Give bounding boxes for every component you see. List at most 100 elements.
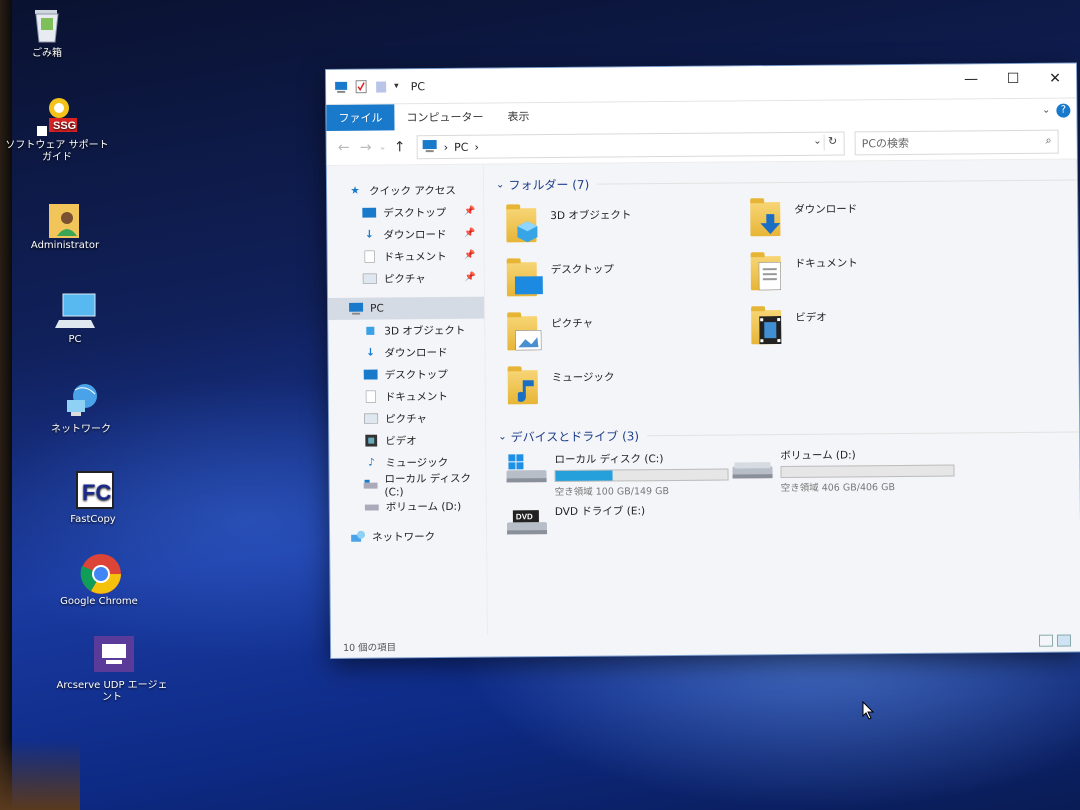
drive-usage-fill: [555, 470, 613, 482]
desktop-icon-fastcopy[interactable]: FC FastCopy: [38, 470, 148, 526]
nav-pc-pictures[interactable]: ピクチャ: [329, 407, 485, 430]
explorer-window: ▾ PC — ☐ ✕ ファイル コンピューター 表示 ⌄ ? ← → ⌄ ↑ ›…: [326, 63, 1080, 658]
pc-icon: [55, 290, 96, 330]
new-folder-icon[interactable]: [374, 79, 388, 93]
nav-pc-downloads[interactable]: ↓ ダウンロード: [328, 341, 484, 364]
breadcrumb-separator[interactable]: ›: [474, 140, 479, 153]
fastcopy-icon: FC: [73, 470, 114, 510]
help-icon[interactable]: ?: [1056, 103, 1071, 118]
ribbon-expand-icon[interactable]: ⌄: [1042, 105, 1050, 116]
nav-pc-videos[interactable]: ビデオ: [329, 429, 485, 452]
nav-pc-desktop[interactable]: デスクトップ: [329, 363, 485, 386]
tab-computer[interactable]: コンピューター: [394, 104, 495, 131]
back-button[interactable]: ←: [333, 140, 355, 156]
up-button[interactable]: ↑: [389, 139, 411, 155]
chevron-down-icon: ⌄: [495, 178, 505, 191]
drive-free-space: 空き領域 406 GB/406 GB: [780, 482, 896, 495]
recent-locations-icon[interactable]: ⌄: [377, 142, 389, 152]
nav-network[interactable]: ネットワーク: [330, 525, 486, 548]
folder-music[interactable]: ミュージック: [504, 363, 704, 415]
folder-pictures[interactable]: ピクチャ: [503, 309, 703, 361]
folder-label: ドキュメント: [794, 257, 858, 270]
folder-documents[interactable]: ドキュメント: [747, 249, 947, 301]
desktop-icon: [361, 206, 377, 220]
nav-label: ボリューム (D:): [385, 500, 462, 513]
desktop-icon-administrator[interactable]: Administrator: [10, 196, 120, 252]
nav-label: 3D オブジェクト: [384, 324, 466, 338]
pin-icon[interactable]: 📌: [464, 229, 475, 239]
nav-pc-documents[interactable]: ドキュメント: [329, 385, 485, 408]
group-label: フォルダー (7): [508, 177, 590, 192]
nav-quick-desktop[interactable]: デスクトップ 📌: [327, 201, 483, 224]
nav-quick-documents[interactable]: ドキュメント 📌: [328, 245, 484, 268]
search-input[interactable]: PCの検索 ⌕: [854, 129, 1059, 156]
breadcrumb-pc[interactable]: PC: [454, 140, 468, 153]
large-icons-view-icon[interactable]: [1056, 634, 1072, 647]
desktop-icon-arcserve[interactable]: Arcserve UDP エージェント: [52, 636, 172, 704]
pin-icon[interactable]: 📌: [465, 273, 476, 283]
folders-grid: 3D オブジェクト ダウンロード デスクトップ ドキュメント ピクチャ ビデオ …: [496, 191, 1079, 424]
pin-icon[interactable]: 📌: [464, 251, 475, 261]
window-title: PC: [410, 79, 426, 93]
folder-downloads[interactable]: ダウンロード: [746, 195, 946, 247]
qat-dropdown-icon[interactable]: ▾: [394, 81, 399, 91]
drive-usage-bar: [780, 464, 955, 479]
nav-pc-drive-d[interactable]: ボリューム (D:): [330, 495, 486, 518]
address-dropdown-icon[interactable]: ⌄: [813, 136, 821, 147]
nav-label: PC: [370, 302, 384, 315]
star-icon: ★: [350, 184, 360, 197]
folder-videos[interactable]: ビデオ: [747, 303, 947, 355]
refresh-icon[interactable]: ↻: [823, 134, 841, 151]
content-pane: ⌄ フォルダー (7) 3D オブジェクト ダウンロード デスクトップ ドキュメン…: [484, 159, 1080, 634]
nav-quick-downloads[interactable]: ↓ ダウンロード 📌: [327, 223, 483, 246]
folder-label: ダウンロード: [794, 203, 858, 216]
pin-icon[interactable]: 📌: [464, 207, 475, 217]
details-view-icon[interactable]: [1038, 634, 1054, 647]
folder-label: ピクチャ: [551, 317, 594, 331]
nav-pc[interactable]: PC: [327, 296, 485, 320]
nav-label: ドキュメント: [384, 390, 448, 403]
group-label: デバイスとドライブ (3): [510, 428, 640, 444]
svg-text:FC: FC: [82, 480, 111, 505]
folder-desktop[interactable]: デスクトップ: [503, 255, 703, 307]
forward-button[interactable]: →: [355, 140, 377, 156]
tab-view[interactable]: 表示: [495, 103, 541, 129]
nav-pc-drive-c[interactable]: ローカル ディスク (C:): [330, 472, 486, 498]
nav-label: クイック アクセス: [369, 184, 456, 198]
nav-label: ピクチャ: [384, 412, 428, 425]
group-divider: [597, 178, 1077, 185]
close-button[interactable]: ✕: [1034, 63, 1076, 93]
group-divider: [647, 430, 1080, 436]
pc-icon: [334, 80, 348, 94]
minimize-button[interactable]: —: [950, 64, 992, 94]
chevron-down-icon: ⌄: [498, 430, 507, 443]
download-icon: ↓: [366, 346, 375, 359]
desktop-icon-chrome[interactable]: Google Chrome: [44, 552, 154, 608]
nav-label: ダウンロード: [384, 346, 448, 360]
folder-3d-objects[interactable]: 3D オブジェクト: [502, 201, 702, 253]
drive-usage-bar: [554, 468, 729, 483]
pictures-folder-icon: [503, 310, 543, 354]
nav-quick-pictures[interactable]: ピクチャ 📌: [328, 267, 484, 290]
desktop-icon-pc[interactable]: PC: [20, 290, 130, 346]
desktop-icon-ssg[interactable]: SSG ソフトウェア サポート ガイド: [2, 96, 112, 164]
drive-c[interactable]: ローカル ディスク (C:) 空き領域 100 GB/149 GB: [504, 451, 729, 499]
download-icon: ↓: [364, 228, 374, 241]
breadcrumb-separator[interactable]: ›: [444, 140, 449, 153]
address-field[interactable]: › PC › ⌄ ↻: [416, 131, 845, 160]
drive-d[interactable]: ボリューム (D:) 空き領域 406 GB/406 GB: [730, 447, 955, 495]
maximize-button[interactable]: ☐: [992, 64, 1034, 94]
drive-e[interactable]: DVD DVD ドライブ (E:): [505, 503, 646, 542]
desktop-icon-label: Administrator: [30, 240, 100, 251]
tab-file[interactable]: ファイル: [326, 104, 395, 131]
desktop-icon-label: Google Chrome: [60, 596, 138, 607]
music-folder-icon: [504, 364, 544, 408]
nav-pc-3d-objects[interactable]: ■ 3D オブジェクト: [328, 319, 484, 342]
desktop-icon-label: Arcserve UDP エージェント: [56, 680, 168, 703]
desktop-icon: [363, 368, 379, 382]
nav-label: ネットワーク: [372, 530, 436, 544]
nav-quick-access[interactable]: ★ クイック アクセス: [327, 179, 483, 202]
desktop-icon-network[interactable]: ネットワーク: [26, 380, 136, 436]
properties-icon[interactable]: [354, 80, 368, 94]
desktop-icon-recycle-bin[interactable]: ごみ箱: [0, 4, 102, 60]
